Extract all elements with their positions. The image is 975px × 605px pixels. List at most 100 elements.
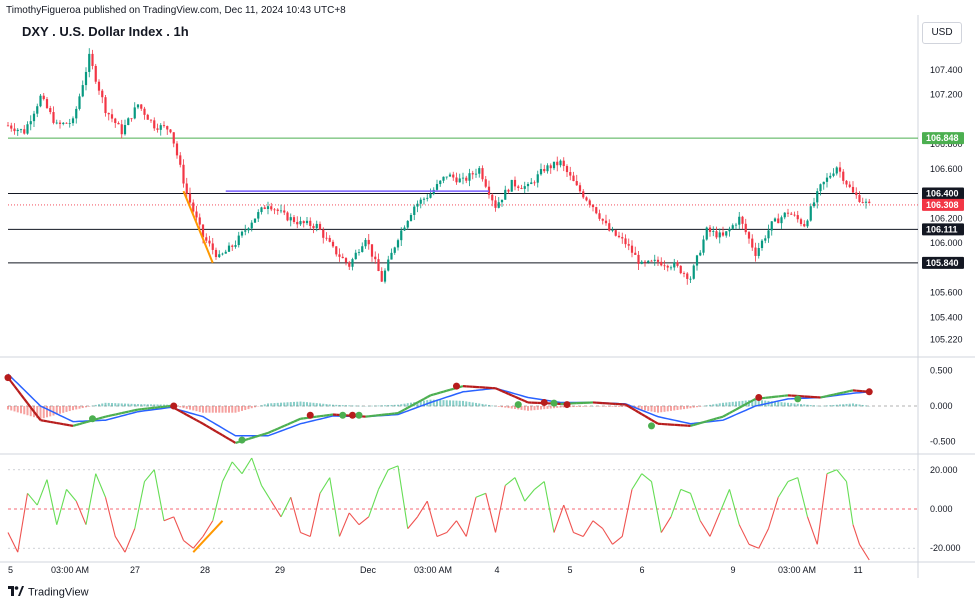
macd-line-segment xyxy=(433,392,438,396)
candle-body xyxy=(673,262,676,268)
candle xyxy=(829,172,832,179)
histogram-bar xyxy=(540,406,542,410)
histogram-bar xyxy=(234,406,237,413)
oscillator-segment xyxy=(767,497,779,529)
histogram-bar xyxy=(39,406,42,420)
macd-line-segment xyxy=(108,414,113,418)
candle-body xyxy=(481,168,484,180)
price-pane[interactable] xyxy=(6,48,918,285)
lower-oscillator-pane[interactable] xyxy=(7,457,918,561)
macd-line-segment xyxy=(449,387,454,391)
oscillator-segment xyxy=(592,520,604,530)
candle-body xyxy=(825,177,829,182)
macd-line-segment xyxy=(85,420,90,424)
macd-line-segment xyxy=(511,394,516,398)
histogram-bar xyxy=(205,406,208,413)
histogram-bar xyxy=(263,404,266,407)
candle xyxy=(396,238,400,251)
candle xyxy=(624,234,627,248)
candle-body xyxy=(842,171,845,181)
candle xyxy=(172,132,175,148)
candle-body xyxy=(757,247,760,256)
candle xyxy=(400,227,403,247)
candle xyxy=(331,239,335,248)
macd-pane[interactable] xyxy=(4,373,919,444)
candle xyxy=(146,113,149,120)
histogram-bar xyxy=(286,402,289,407)
oscillator-segment xyxy=(75,500,87,525)
time-axis[interactable]: 5 03:00 AM 27 28 29 Dec 03:00 AM 4 5 6 9 03:00 AM 11 xyxy=(8,565,863,575)
macd-line-segment xyxy=(115,412,119,416)
histogram-bar xyxy=(120,403,123,407)
candle-body xyxy=(611,230,614,231)
candle xyxy=(523,181,526,194)
candle-body xyxy=(614,230,617,236)
candle-body xyxy=(702,239,705,253)
candle-body xyxy=(413,206,416,215)
price-tick-label: 106.200 xyxy=(930,213,963,223)
candle xyxy=(868,199,871,204)
candle xyxy=(364,238,367,249)
histogram-bar xyxy=(663,406,666,412)
candle xyxy=(36,103,39,118)
candle xyxy=(582,189,585,199)
candle xyxy=(666,264,669,272)
price-axis[interactable]: 107.400107.200106.800106.600106.200106.0… xyxy=(922,65,964,553)
histogram-bar xyxy=(354,405,357,407)
candle-body xyxy=(253,218,257,223)
candle xyxy=(738,211,741,230)
candle-body xyxy=(452,174,455,178)
candle-body xyxy=(270,206,273,210)
candle-body xyxy=(231,245,234,247)
histogram-bar xyxy=(397,404,399,407)
oscillator-segment xyxy=(845,481,854,525)
currency-button[interactable]: USD xyxy=(922,22,962,44)
candle-body xyxy=(348,262,351,267)
candle-body xyxy=(478,168,481,174)
candle xyxy=(474,168,478,178)
price-label: 106.848 xyxy=(926,133,959,143)
candle xyxy=(536,170,539,188)
macd-line-segment xyxy=(508,392,513,397)
histogram-bar xyxy=(13,406,16,412)
candle xyxy=(760,239,764,251)
macd-line-segment xyxy=(20,393,26,400)
candle xyxy=(751,234,754,251)
histogram-bar xyxy=(683,406,685,410)
candle-body xyxy=(507,189,510,192)
candle-body xyxy=(133,107,136,119)
histogram-bar xyxy=(523,406,526,411)
candle xyxy=(604,214,608,226)
histogram-bar xyxy=(855,403,858,407)
histogram-bar xyxy=(390,404,393,407)
histogram-bar xyxy=(302,401,305,407)
candle xyxy=(247,227,250,234)
chart-canvas[interactable]: 107.400107.200106.800106.600106.200106.0… xyxy=(0,0,975,605)
candle-body xyxy=(767,230,770,239)
candle xyxy=(721,226,725,237)
candle-body xyxy=(741,216,744,224)
histogram-bar xyxy=(189,406,191,410)
oscillator-segment xyxy=(290,497,302,533)
histogram-bar xyxy=(845,403,848,407)
candle xyxy=(569,166,572,181)
symbol-title[interactable]: DXY . U.S. Dollar Index . 1h xyxy=(22,24,189,39)
histogram-bar xyxy=(679,406,682,410)
candle-body xyxy=(530,182,533,185)
candle xyxy=(497,197,500,209)
candle xyxy=(601,218,604,225)
candle-body xyxy=(588,200,591,205)
candle xyxy=(292,214,296,224)
candle-body xyxy=(328,237,331,242)
histogram-bar xyxy=(218,406,221,413)
candle-body xyxy=(263,207,266,209)
candle xyxy=(858,191,861,203)
histogram-bar xyxy=(403,403,406,407)
oscillator-segment xyxy=(426,501,438,537)
macd-line-segment xyxy=(823,394,828,398)
histogram-bar xyxy=(137,404,139,407)
footer-brand[interactable]: TradingView xyxy=(8,586,89,599)
oscillator-segment xyxy=(680,488,691,494)
candle-body xyxy=(179,155,182,165)
candle xyxy=(231,244,234,251)
